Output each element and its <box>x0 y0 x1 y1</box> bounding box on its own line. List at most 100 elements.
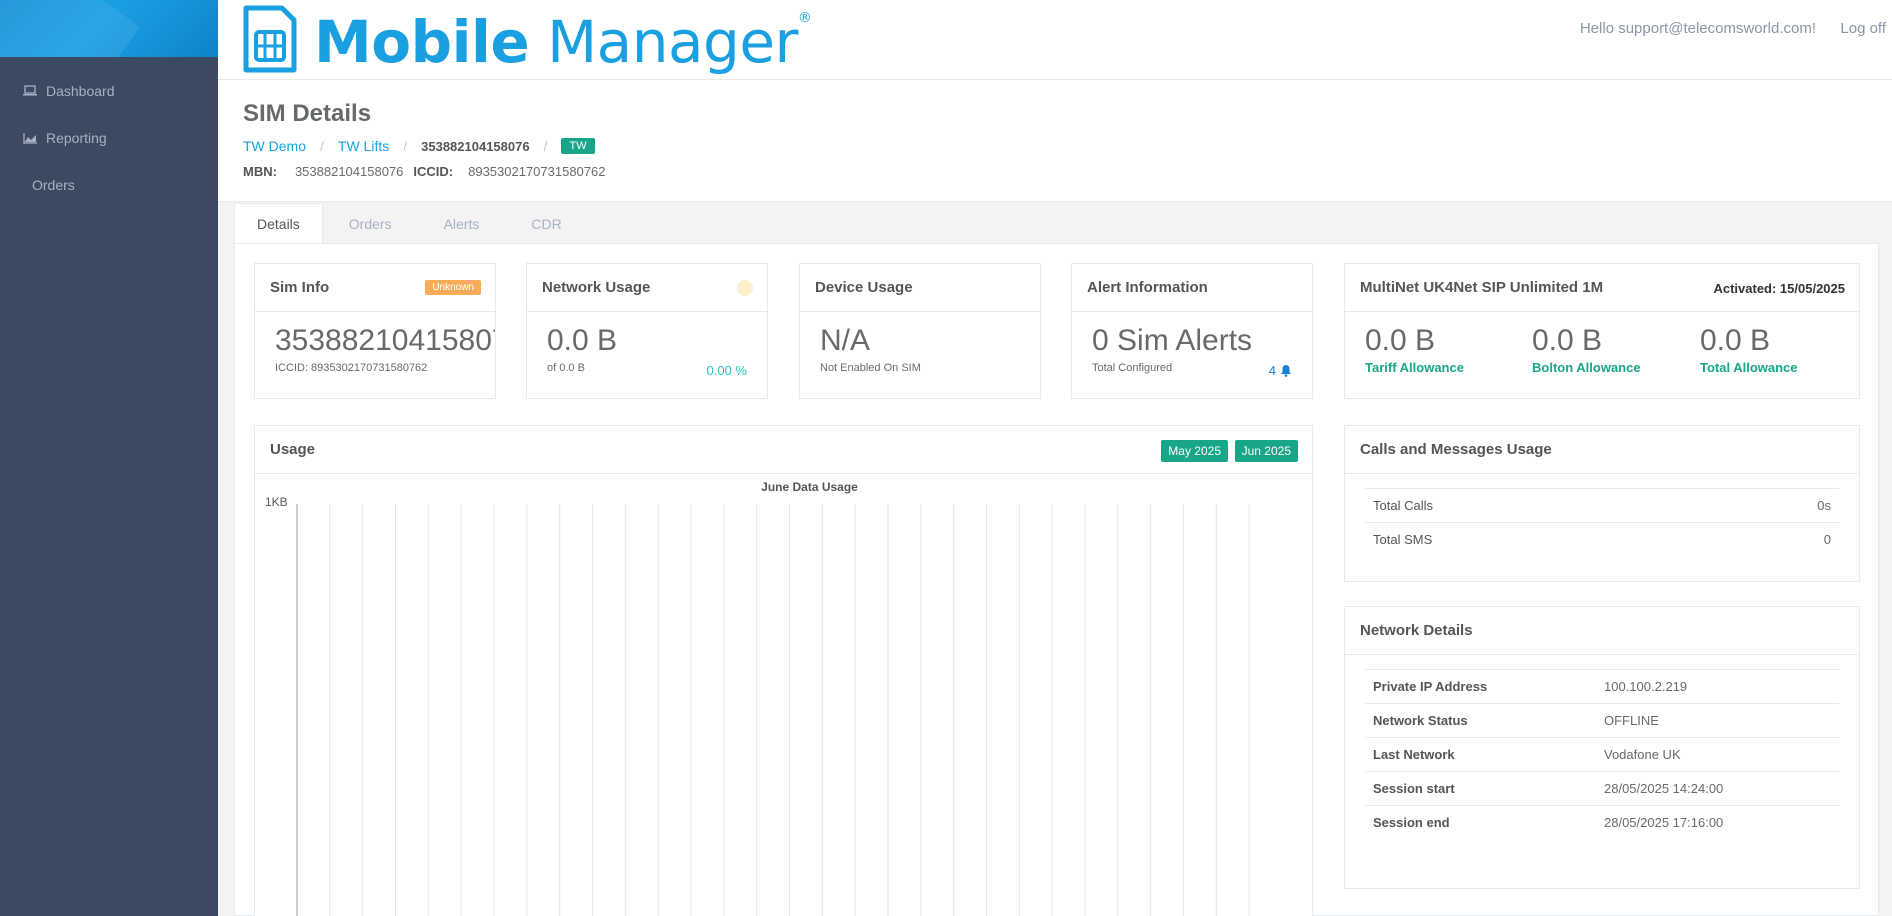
area-chart-icon <box>22 132 38 144</box>
chart-title: June Data Usage <box>761 480 858 494</box>
tab-orders[interactable]: Orders <box>323 203 418 244</box>
sim-info-panel: Sim Info Unknown 353882104158076 ICCID: … <box>254 263 496 399</box>
panel-body: Total Calls 0s Total SMS 0 <box>1345 474 1859 570</box>
row-key: Network Status <box>1365 703 1596 738</box>
usage-panel: Usage May 2025 Jun 2025 June Data Usage 1… <box>254 425 1313 916</box>
panel-title: Device Usage <box>815 279 913 296</box>
panel-header: Device Usage <box>800 264 1040 312</box>
table-row: Session end 28/05/2025 17:16:00 <box>1365 805 1839 839</box>
breadcrumb-link-tw-lifts[interactable]: TW Lifts <box>338 138 389 154</box>
tab-cdr[interactable]: CDR <box>505 203 587 244</box>
allowance-label: Total Allowance <box>1700 360 1798 375</box>
tariff-panel: MultiNet UK4Net SIP Unlimited 1M Activat… <box>1344 263 1860 399</box>
breadcrumb-current: 353882104158076 <box>421 138 530 154</box>
row-key: Private IP Address <box>1365 669 1596 704</box>
table-row: Private IP Address 100.100.2.219 <box>1365 669 1839 704</box>
tab-details[interactable]: Details <box>234 203 323 244</box>
bell-icon <box>1280 364 1292 377</box>
calls-table: Total Calls 0s Total SMS 0 <box>1365 488 1839 556</box>
row-key: Last Network <box>1365 737 1596 772</box>
allowance-label: Bolton Allowance <box>1532 360 1641 375</box>
row-key: Total Calls <box>1365 488 1706 523</box>
row-key: Total SMS <box>1365 522 1706 556</box>
panel-title: Calls and Messages Usage <box>1360 441 1552 458</box>
row-key: Session end <box>1365 805 1596 839</box>
app-logo[interactable]: Mobile Manager® <box>242 4 812 79</box>
row-value: 0 <box>1705 522 1839 556</box>
panel-title: Sim Info <box>270 279 330 296</box>
row-key: Session start <box>1365 771 1596 806</box>
network-usage-percent: 0.00 % <box>706 363 747 378</box>
sidebar-item-label: Orders <box>32 176 75 193</box>
sidebar-item-dashboard[interactable]: Dashboard <box>0 67 218 114</box>
month-button-may[interactable]: May 2025 <box>1161 440 1228 462</box>
page-title: SIM Details <box>243 100 372 127</box>
panel-header: Network Details <box>1345 607 1859 655</box>
network-usage-panel: Network Usage 0.0 B of 0.0 B 0.00 % <box>526 263 768 399</box>
breadcrumb-separator: / <box>403 138 408 154</box>
panel-body: Private IP Address 100.100.2.219 Network … <box>1345 655 1859 853</box>
alert-count-value: 0 Sim Alerts <box>1092 324 1253 357</box>
row-value: 28/05/2025 17:16:00 <box>1596 805 1839 839</box>
panel-header: Calls and Messages Usage <box>1345 426 1859 474</box>
panel-header: Sim Info Unknown <box>255 264 495 312</box>
sim-card-icon <box>242 4 298 79</box>
device-usage-value: N/A <box>820 324 871 357</box>
panel-title: Usage <box>270 441 316 458</box>
table-row: Total SMS 0 <box>1365 522 1839 556</box>
panel-body: 0.0 B Tariff Allowance 0.0 B Bolton Allo… <box>1345 312 1859 398</box>
logoff-link[interactable]: Log off <box>1840 20 1886 37</box>
sidebar-item-label: Reporting <box>46 129 107 146</box>
sidebar-item-reporting[interactable]: Reporting <box>0 114 218 161</box>
app-logo-text: Mobile Manager® <box>314 7 812 76</box>
sim-identifiers: MBN: 353882104158076 ICCID: 893530217073… <box>243 164 1892 179</box>
table-row: Last Network Vodafone UK <box>1365 737 1839 772</box>
table-row: Total Calls 0s <box>1365 488 1839 523</box>
top-bar: Mobile Manager® Hello support@telecomswo… <box>218 0 1892 80</box>
row-value: 100.100.2.219 <box>1596 669 1839 704</box>
breadcrumb-separator: / <box>543 138 548 154</box>
row-value: 28/05/2025 14:24:00 <box>1596 771 1839 806</box>
tab-alerts[interactable]: Alerts <box>418 203 506 244</box>
table-row: Network Status OFFLINE <box>1365 703 1839 738</box>
network-usage-value: 0.0 B <box>547 324 618 357</box>
sidebar: Dashboard Reporting Orders <box>0 0 218 916</box>
status-dot-icon <box>737 280 753 296</box>
panel-body: 0.0 B of 0.0 B 0.00 % <box>527 312 767 388</box>
panel-header: Usage May 2025 Jun 2025 <box>255 426 1312 474</box>
panel-body: 353882104158076 ICCID: 89353021707315807… <box>255 312 495 388</box>
mbn-value: 353882104158076 <box>294 164 404 179</box>
panel-title: Alert Information <box>1087 279 1208 296</box>
total-allowance: 0.0 B Total Allowance <box>1700 326 1798 376</box>
user-greeting: Hello support@telecomsworld.com! <box>1579 20 1816 37</box>
panel-body: N/A Not Enabled On SIM <box>800 312 1040 388</box>
alert-badge[interactable]: 4 <box>1269 363 1292 378</box>
allowance-value: 0.0 B <box>1365 324 1436 357</box>
y-tick-label: 1KB <box>265 495 288 509</box>
bolton-allowance: 0.0 B Bolton Allowance <box>1532 324 1641 376</box>
network-details-panel: Network Details Private IP Address 100.10… <box>1344 606 1860 889</box>
sim-iccid: ICCID: 8935302170731580762 <box>275 362 428 374</box>
row-value: 0s <box>1705 488 1839 523</box>
iccid-label: ICCID: <box>413 164 454 179</box>
mbn-label: MBN: <box>243 164 277 179</box>
allowance-value: 0.0 B <box>1532 324 1603 357</box>
alert-sub: Total Configured <box>1092 362 1173 374</box>
panel-title: MultiNet UK4Net SIP Unlimited 1M <box>1360 279 1604 296</box>
laptop-icon <box>22 85 38 97</box>
status-badge: Unknown <box>425 280 481 295</box>
alert-info-panel: Alert Information 0 Sim Alerts Total Con… <box>1071 263 1313 399</box>
usage-chart: June Data Usage 1KB <box>265 480 1250 916</box>
tariff-allowance: 0.0 B Tariff Allowance <box>1365 324 1464 376</box>
table-row: Session start 28/05/2025 14:24:00 <box>1365 771 1839 806</box>
device-usage-sub: Not Enabled On SIM <box>820 362 921 374</box>
panel-header: MultiNet UK4Net SIP Unlimited 1M Activat… <box>1345 264 1859 312</box>
iccid-value: 8935302170731580762 <box>468 164 606 179</box>
sidebar-item-orders[interactable]: Orders <box>0 161 218 208</box>
tab-content: Sim Info Unknown 353882104158076 ICCID: … <box>234 243 1879 916</box>
allowance-label: Tariff Allowance <box>1365 360 1464 375</box>
month-button-jun[interactable]: Jun 2025 <box>1234 440 1298 462</box>
breadcrumb-link-tw-demo[interactable]: TW Demo <box>243 138 306 154</box>
sidebar-header <box>0 0 218 57</box>
panel-title: Network Usage <box>542 279 651 296</box>
